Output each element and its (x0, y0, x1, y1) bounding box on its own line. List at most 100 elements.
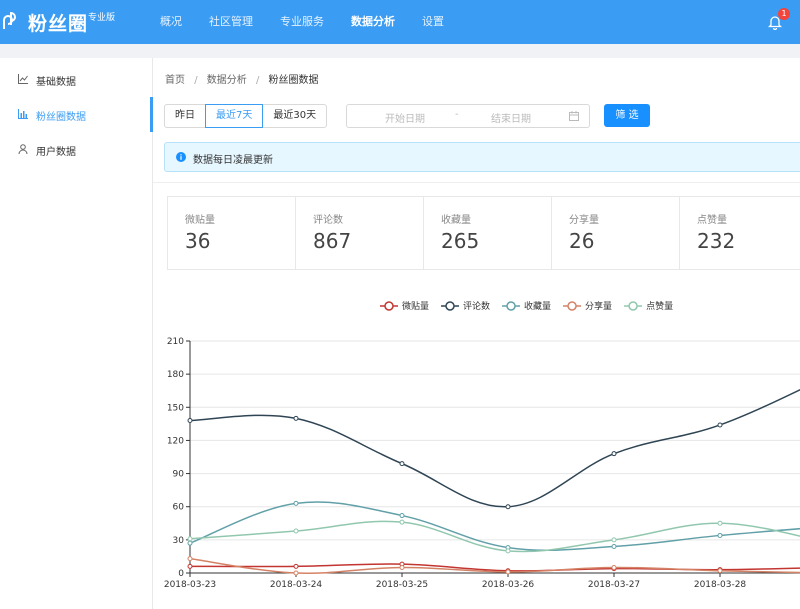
data-point (505, 569, 511, 575)
legend-marker (567, 301, 577, 311)
breadcrumb: 首页 / 数据分析 / 粉丝圈数据 (165, 71, 325, 86)
y-tick-label: 180 (167, 370, 184, 380)
divider (153, 182, 800, 183)
data-point (611, 543, 617, 549)
sidebar: 基础数据 粉丝圈数据 用户数据 (0, 58, 153, 609)
sidebar-item-basic-data[interactable]: 基础数据 (0, 62, 152, 97)
range-yesterday-button[interactable]: 昨日 (164, 104, 206, 128)
nav-item-community[interactable]: 社区管理 (209, 0, 253, 44)
header-shadow (0, 44, 800, 58)
x-tick-label: 2018-03-25 (376, 580, 428, 590)
legend-label: 分享量 (585, 300, 612, 312)
range-30-days-button[interactable]: 最近30天 (262, 104, 328, 128)
y-tick-label: 30 (173, 536, 185, 546)
active-indicator (150, 97, 153, 132)
notification-badge: 1 (778, 8, 790, 20)
nav-item-overview[interactable]: 概况 (160, 0, 182, 44)
x-tick-label: 2018-03-27 (588, 580, 640, 590)
x-tick-label: 2018-03-28 (694, 580, 747, 590)
stat-label: 评论数 (313, 215, 343, 226)
info-icon (176, 152, 186, 162)
stat-card-comments: 评论数 867 (296, 197, 424, 269)
legend-label: 点赞量 (646, 300, 673, 312)
legend-label: 评论数 (463, 300, 490, 312)
start-date-input[interactable]: 开始日期 (385, 110, 425, 125)
bar-chart-icon (18, 109, 28, 119)
data-point (293, 563, 299, 569)
stat-value: 36 (185, 229, 211, 253)
y-tick-label: 90 (173, 470, 185, 480)
sidebar-item-fan-circle-data[interactable]: 粉丝圈数据 (0, 97, 153, 132)
nav-item-services[interactable]: 专业服务 (280, 0, 324, 44)
stat-value: 26 (569, 229, 595, 253)
data-point (187, 556, 193, 562)
logo-icon (3, 11, 17, 29)
range-button-group: 昨日 最近7天 最近30天 (164, 104, 328, 128)
data-point (399, 461, 405, 467)
y-tick-label: 150 (167, 403, 184, 413)
stat-card-favorites: 收藏量 265 (424, 197, 552, 269)
trend-line-chart: 0 30 60 90 120 150 180 210 2018-03-23 2018-03-24 2… (164, 300, 800, 590)
y-tick-label: 60 (173, 503, 185, 513)
legend-label: 收藏量 (524, 300, 551, 312)
data-point (187, 540, 193, 546)
stat-label: 微贴量 (185, 215, 215, 226)
data-point (187, 418, 193, 424)
sidebar-item-label: 用户数据 (36, 147, 76, 158)
breadcrumb-analytics[interactable]: 数据分析 (207, 75, 247, 86)
data-point (505, 548, 511, 554)
stat-card-shares: 分享量 26 (552, 197, 680, 269)
filter-button[interactable]: 筛 选 (604, 104, 650, 127)
sidebar-item-label: 基础数据 (36, 77, 76, 88)
data-point (717, 422, 723, 428)
data-point (187, 536, 193, 542)
data-point (399, 519, 405, 525)
stats-summary: 微贴量 36 评论数 867 收藏量 265 分享量 26 点赞量 232 (167, 196, 800, 270)
line-chart-icon (18, 74, 28, 84)
data-point (611, 537, 617, 543)
breadcrumb-current: 粉丝圈数据 (268, 75, 319, 86)
sidebar-item-label: 粉丝圈数据 (36, 112, 86, 123)
x-tick-label: 2018-03-24 (270, 580, 323, 590)
sidebar-item-user-data[interactable]: 用户数据 (0, 132, 152, 167)
end-date-input[interactable]: 结束日期 (491, 110, 531, 125)
stat-value: 867 (313, 229, 352, 253)
legend-marker (628, 301, 638, 311)
x-tick-label: 2018-03-26 (482, 580, 535, 590)
stat-label: 点赞量 (697, 215, 727, 226)
data-point (293, 528, 299, 534)
calendar-icon (569, 111, 579, 121)
info-notice: 数据每日凌晨更新 (164, 142, 800, 172)
stat-card-likes: 点赞量 232 (680, 197, 800, 269)
data-point (717, 532, 723, 538)
stat-label: 分享量 (569, 215, 599, 226)
range-7-days-button[interactable]: 最近7天 (205, 104, 264, 128)
nav-item-analytics[interactable]: 数据分析 (351, 0, 395, 44)
data-point (293, 500, 299, 506)
legend-marker (445, 301, 455, 311)
legend-marker (506, 301, 516, 311)
data-point (293, 570, 299, 576)
data-point (611, 451, 617, 457)
data-point (717, 568, 723, 574)
stat-value: 232 (697, 229, 736, 253)
date-range-picker[interactable]: 开始日期 - 结束日期 (346, 104, 590, 128)
data-point (187, 563, 193, 569)
nav-item-settings[interactable]: 设置 (422, 0, 444, 44)
breadcrumb-home[interactable]: 首页 (165, 75, 185, 86)
legend-label: 微贴量 (402, 300, 429, 312)
data-point (717, 520, 723, 526)
data-point (399, 513, 405, 519)
x-tick-label: 2018-03-23 (164, 580, 216, 590)
logo-text: 粉丝圈 (28, 13, 89, 35)
data-point (611, 564, 617, 570)
notice-text: 数据每日凌晨更新 (193, 155, 273, 166)
main-nav: 概况 社区管理 专业服务 数据分析 设置 (160, 0, 471, 44)
data-point (399, 564, 405, 570)
y-tick-label: 210 (167, 337, 184, 347)
data-point (293, 415, 299, 421)
stat-value: 265 (441, 229, 480, 253)
series-line (189, 501, 800, 552)
y-tick-label: 0 (178, 569, 184, 579)
breadcrumb-separator: / (194, 75, 198, 86)
